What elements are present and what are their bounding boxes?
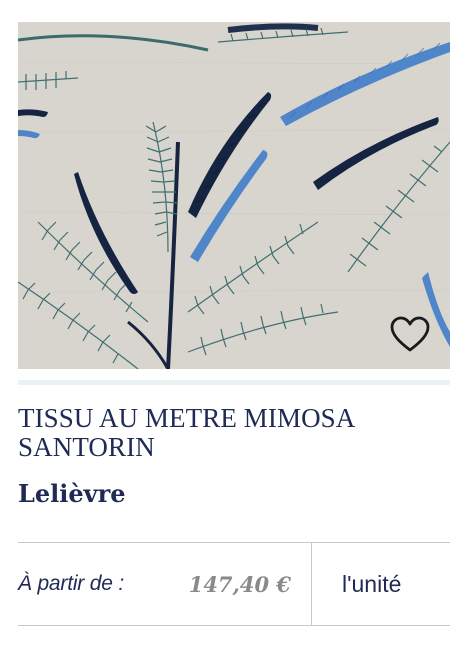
price-row: À partir de : 147,40 € l'unité (18, 542, 450, 626)
product-title[interactable]: TISSU AU METRE MIMOSA SANTORIN (18, 404, 450, 462)
image-divider-strip (18, 380, 450, 385)
product-image[interactable] (18, 22, 450, 369)
product-price: 147,40 € (188, 571, 291, 597)
favorite-button[interactable] (388, 313, 432, 357)
fabric-pattern-image (18, 22, 450, 369)
price-unit: l'unité (342, 570, 402, 597)
heart-outline-icon (390, 316, 430, 352)
price-prefix-label: À partir de : (18, 572, 124, 595)
product-brand: Lelièvre (18, 479, 126, 508)
product-card[interactable]: TISSU AU METRE MIMOSA SANTORIN Lelièvre … (18, 22, 450, 626)
price-cell: À partir de : 147,40 € (18, 543, 312, 625)
